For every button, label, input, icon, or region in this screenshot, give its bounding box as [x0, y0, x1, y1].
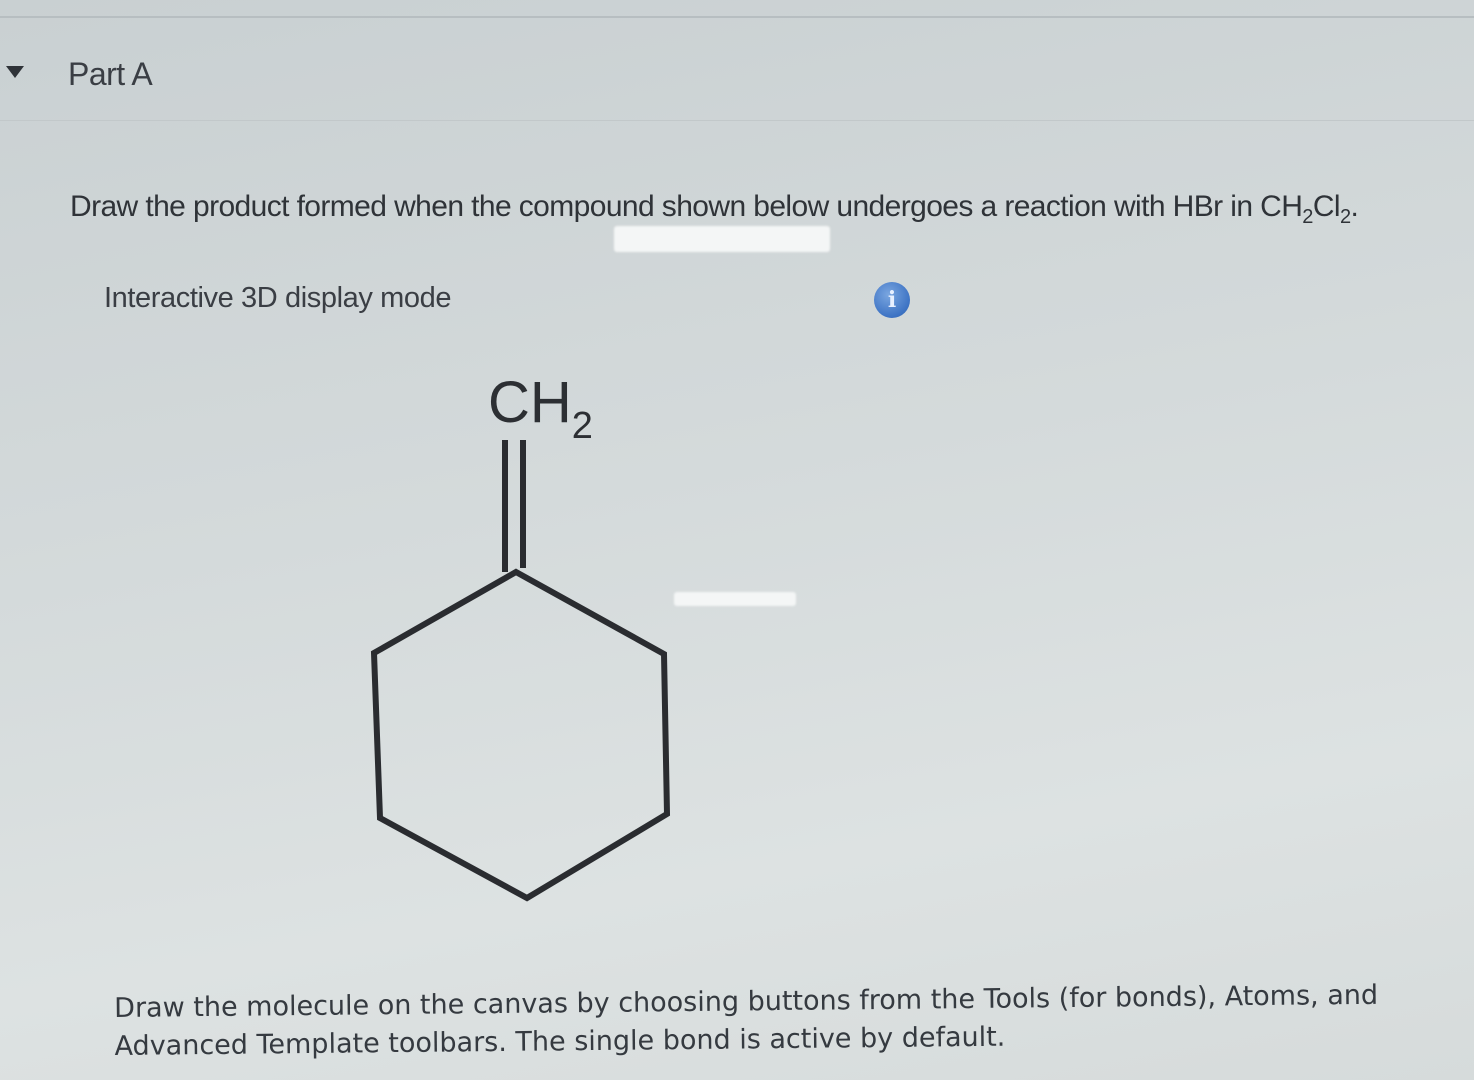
question-subscript-2: 2 [1339, 206, 1351, 228]
section-divider [0, 120, 1474, 121]
cyclohexane-ring [370, 568, 671, 902]
question-subscript-1: 2 [1302, 206, 1313, 228]
screen-glare [614, 226, 830, 252]
molecule-structure: CH2 [370, 370, 671, 902]
instructions-text: Draw the molecule on the canvas by choos… [114, 976, 1455, 1066]
info-glyph: i [887, 287, 897, 313]
question-text: Draw the product formed when the compoun… [70, 190, 1359, 229]
display-mode-label[interactable]: Interactive 3D display mode [104, 282, 451, 315]
question-suffix: . [1350, 190, 1359, 223]
info-icon[interactable]: i [874, 282, 910, 318]
caret-down-icon[interactable] [6, 66, 24, 78]
part-title[interactable]: Part A [68, 56, 153, 93]
ch2-label: CH2 [488, 370, 593, 447]
screen-glare [674, 592, 796, 606]
question-prefix: Draw the product formed when the compoun… [70, 190, 1303, 223]
ch2-main: CH [488, 370, 572, 435]
top-divider [0, 16, 1474, 18]
ch2-subscript: 2 [572, 405, 593, 447]
question-mid: Cl [1312, 190, 1341, 223]
